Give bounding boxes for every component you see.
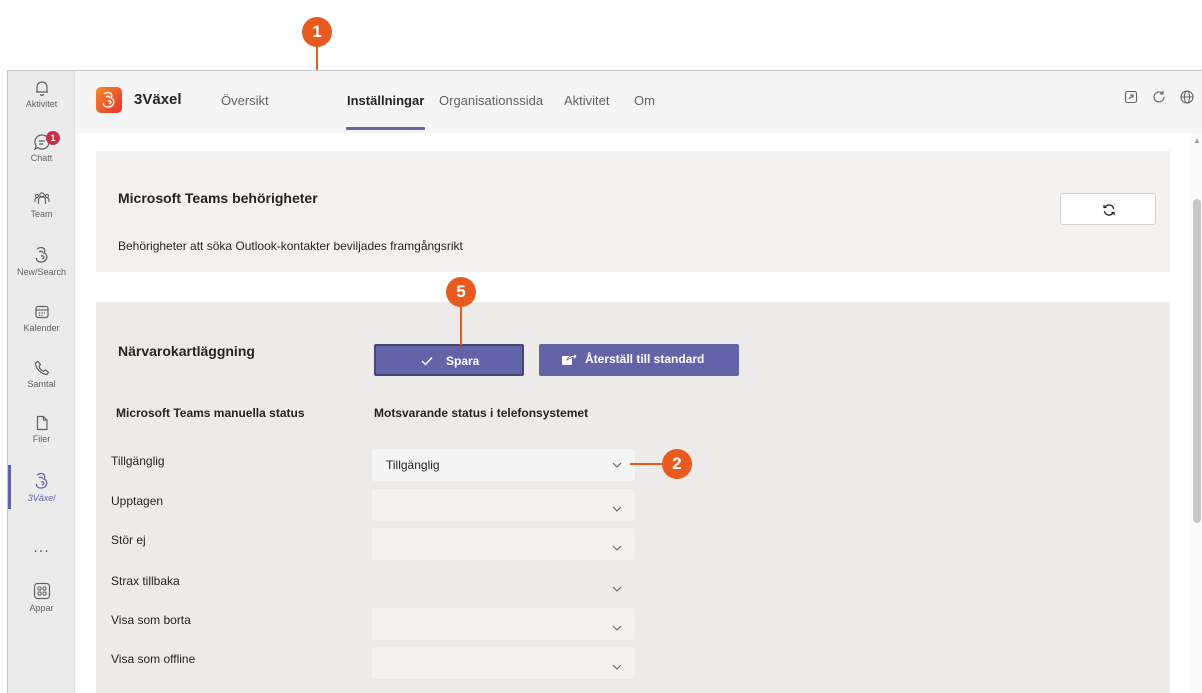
rail-label: Aktivitet bbox=[25, 99, 58, 109]
left-rail: Aktivitet 1 Chatt Team New/Search Kalend… bbox=[8, 71, 75, 693]
status-select-visa-som-offline[interactable] bbox=[372, 647, 635, 679]
rail-item-chat[interactable]: 1 Chatt bbox=[8, 131, 75, 189]
chevron-down-icon bbox=[612, 664, 622, 670]
presence-title: Närvarokartläggning bbox=[118, 343, 255, 359]
rail-label: Team bbox=[30, 209, 53, 219]
status-select-tillganglig[interactable]: Tillgänglig bbox=[372, 449, 635, 481]
rail-label: Kalender bbox=[23, 323, 60, 333]
app-logo bbox=[96, 87, 122, 113]
tab-organisationssida[interactable]: Organisationssida bbox=[439, 93, 543, 108]
phone-icon bbox=[34, 360, 49, 376]
globe-icon[interactable] bbox=[1179, 89, 1195, 105]
vertical-scrollbar[interactable]: ▲ bbox=[1191, 133, 1202, 693]
status-select-visa-som-borta[interactable] bbox=[372, 608, 635, 640]
chevron-down-icon bbox=[612, 625, 622, 631]
three-logo-icon bbox=[102, 91, 115, 108]
rail-item-calendar[interactable]: Kalender bbox=[8, 303, 75, 359]
status-row-label: Stör ej bbox=[111, 533, 146, 547]
refresh-permissions-button[interactable] bbox=[1060, 193, 1156, 225]
rail-label: Appar bbox=[29, 603, 54, 613]
scrollbar-thumb[interactable] bbox=[1193, 199, 1201, 523]
status-select-value: Tillgänglig bbox=[386, 458, 440, 472]
callout-2: 2 bbox=[662, 449, 692, 479]
rail-label: Filer bbox=[32, 434, 51, 444]
header-actions bbox=[1123, 89, 1195, 105]
calendar-icon bbox=[34, 305, 49, 319]
checkmark-icon bbox=[421, 357, 433, 366]
file-icon bbox=[36, 415, 48, 431]
tab-installningar[interactable]: Inställningar bbox=[347, 93, 424, 108]
col-header-teams-status: Microsoft Teams manuella status bbox=[116, 406, 305, 420]
rail-item-team[interactable]: Team bbox=[8, 189, 75, 245]
active-tab-indicator bbox=[346, 127, 425, 130]
reset-button-label: Återställ till standard bbox=[585, 352, 705, 366]
permissions-message: Behörigheter att söka Outlook-kontakter … bbox=[118, 239, 463, 253]
rail-label: Chatt bbox=[30, 153, 53, 163]
three-logo-icon bbox=[35, 472, 47, 489]
chat-unread-badge: 1 bbox=[46, 131, 60, 145]
app-header: 3Växel Översikt Inställningar Organisati… bbox=[76, 71, 1202, 133]
rail-item-calls[interactable]: Samtal bbox=[8, 359, 75, 415]
rail-label: New/Search bbox=[16, 267, 67, 277]
scroll-up-icon[interactable]: ▲ bbox=[1193, 137, 1201, 145]
status-select-stor-ej[interactable] bbox=[372, 528, 635, 560]
status-row-label: Tillgänglig bbox=[111, 454, 165, 468]
presence-mapping-card: Närvarokartläggning Spara Återställ till… bbox=[96, 302, 1170, 693]
permissions-title: Microsoft Teams behörigheter bbox=[118, 190, 318, 206]
callout-5-line bbox=[460, 307, 462, 345]
status-row-label: Visa som offline bbox=[111, 652, 196, 666]
col-header-phone-status: Motsvarande status i telefonsystemet bbox=[374, 406, 589, 420]
save-button[interactable]: Spara bbox=[374, 344, 524, 376]
rail-label: 3Växel bbox=[27, 493, 56, 503]
chevron-down-icon bbox=[612, 462, 622, 468]
refresh-icon bbox=[1103, 204, 1115, 216]
chevron-down-icon bbox=[612, 545, 622, 551]
rail-label: Samtal bbox=[27, 379, 56, 389]
status-row-label: Strax tillbaka bbox=[111, 574, 180, 588]
status-select-upptagen[interactable] bbox=[372, 489, 635, 521]
more-apps-button[interactable]: ... bbox=[8, 539, 75, 557]
share-arrow-icon bbox=[562, 352, 577, 365]
permissions-card: Microsoft Teams behörigheter Behörighete… bbox=[96, 151, 1170, 272]
apps-icon bbox=[33, 582, 50, 600]
status-row-label: Visa som borta bbox=[111, 613, 191, 627]
team-icon bbox=[33, 192, 50, 204]
chevron-down-icon bbox=[612, 586, 622, 592]
callout-5: 5 bbox=[446, 277, 476, 307]
app-title: 3Växel bbox=[134, 91, 182, 108]
screenshot-root: 1 Aktivitet 1 Chatt Team New/Search Kale… bbox=[0, 0, 1202, 693]
rail-item-new-search[interactable]: New/Search bbox=[8, 245, 75, 301]
rail-item-3vaxel[interactable]: 3Växel bbox=[8, 471, 75, 527]
popout-icon[interactable] bbox=[1123, 89, 1139, 105]
tab-oversikt[interactable]: Översikt bbox=[221, 93, 269, 108]
reload-icon[interactable] bbox=[1151, 89, 1167, 105]
status-row-label: Upptagen bbox=[111, 494, 164, 508]
tab-aktivitet[interactable]: Aktivitet bbox=[564, 93, 610, 108]
callout-1: 1 bbox=[302, 17, 332, 47]
settings-content: Microsoft Teams behörigheter Behörighete… bbox=[76, 133, 1202, 693]
reset-to-default-button[interactable]: Återställ till standard bbox=[539, 344, 739, 376]
rail-item-files[interactable]: Filer bbox=[8, 414, 75, 470]
status-select-strax-tillbaka[interactable] bbox=[372, 569, 635, 601]
rail-item-apps[interactable]: Appar bbox=[8, 581, 75, 637]
save-button-label: Spara bbox=[446, 354, 480, 368]
rail-item-activity[interactable]: Aktivitet bbox=[8, 79, 75, 135]
three-logo-icon bbox=[35, 246, 47, 263]
teams-window: Aktivitet 1 Chatt Team New/Search Kalend… bbox=[7, 70, 1202, 693]
tab-om[interactable]: Om bbox=[634, 93, 655, 108]
bell-icon bbox=[35, 81, 48, 97]
chevron-down-icon bbox=[612, 506, 622, 512]
callout-2-line bbox=[630, 463, 662, 465]
